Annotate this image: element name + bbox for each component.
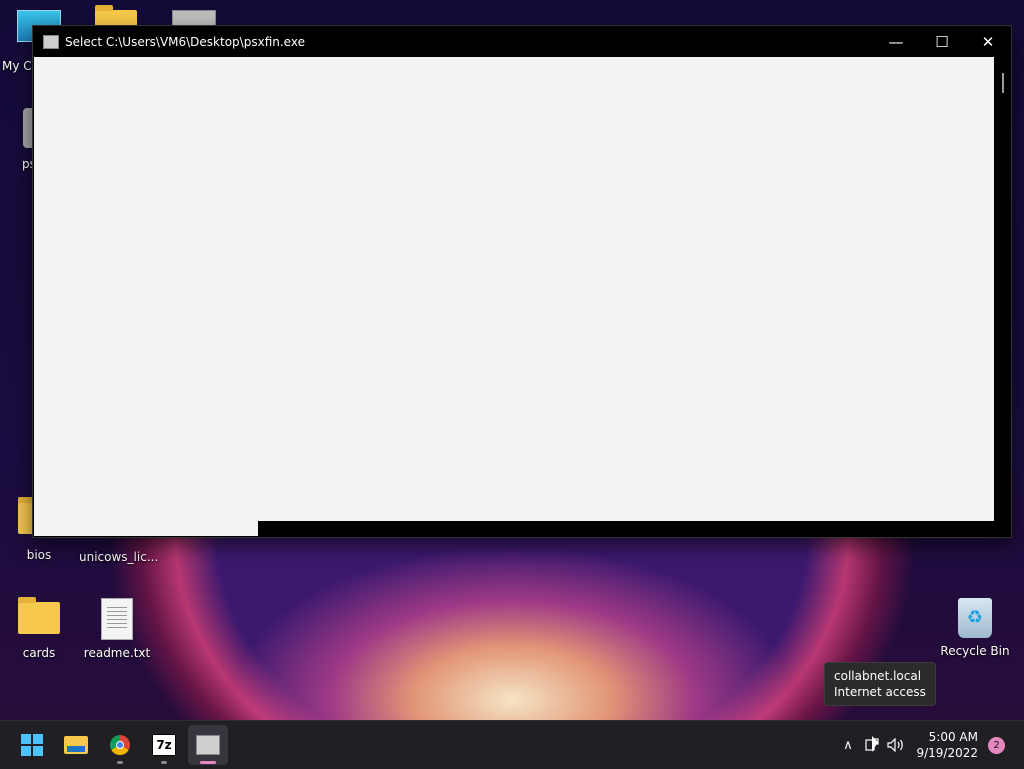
taskbar-clock[interactable]: 5:00 AM 9/19/2022 (916, 729, 978, 761)
minimize-button[interactable]: — (873, 26, 919, 57)
active-indicator (200, 761, 216, 764)
start-button[interactable] (12, 725, 52, 765)
psx-app-icon (196, 735, 220, 755)
text-file-icon (101, 598, 133, 640)
console-window[interactable]: Select C:\Users\VM6\Desktop\psxfin.exe —… (33, 26, 1011, 537)
taskbar-chrome[interactable] (100, 725, 140, 765)
running-indicator (117, 761, 123, 764)
windows-start-icon (21, 734, 43, 756)
taskbar: 7z ∧ 5:00 AM 9/19/2022 2 (0, 720, 1024, 769)
desktop-icon-label: bios (26, 548, 52, 562)
chrome-icon (110, 735, 130, 755)
taskbar-psxfin[interactable] (188, 725, 228, 765)
window-content-overflow (34, 521, 258, 536)
7zip-icon: 7z (152, 734, 176, 756)
maximize-button[interactable]: ☐ (919, 26, 965, 57)
desktop-icon-cards[interactable]: cards (1, 597, 77, 660)
desktop-icon-readme[interactable]: readme.txt (79, 598, 155, 660)
volume-icon[interactable] (884, 731, 908, 759)
taskbar-file-explorer[interactable] (56, 725, 96, 765)
running-indicator (161, 761, 167, 764)
clock-date: 9/19/2022 (916, 746, 978, 760)
desktop-icon-label: cards (22, 646, 56, 660)
chevron-up-icon[interactable]: ∧ (836, 731, 860, 759)
tooltip-network-name: collabnet.local (834, 669, 922, 683)
recycle-bin-icon (958, 598, 992, 638)
scrollbar-thumb[interactable] (1002, 73, 1004, 93)
desktop-icon-recycle-bin[interactable]: Recycle Bin (937, 598, 1013, 658)
folder-icon (18, 597, 60, 634)
vertical-scrollbar[interactable] (995, 57, 1011, 521)
folder-icon (64, 736, 88, 754)
window-title: Select C:\Users\VM6\Desktop\psxfin.exe (65, 34, 305, 49)
taskbar-7zip[interactable]: 7z (144, 725, 184, 765)
notification-badge[interactable]: 2 (988, 737, 1005, 754)
window-titlebar[interactable]: Select C:\Users\VM6\Desktop\psxfin.exe —… (33, 26, 1011, 57)
tooltip-network-status: Internet access (834, 685, 926, 699)
mouse-cursor-icon (872, 736, 878, 752)
clock-time: 5:00 AM (928, 730, 978, 744)
desktop-icon-label: unicows_lic... (79, 550, 159, 564)
network-tooltip: collabnet.local Internet access (824, 662, 936, 706)
desktop-icon-label: Recycle Bin (940, 644, 1010, 658)
psx-app-icon (43, 34, 59, 49)
desktop-icon-label: readme.txt (83, 646, 151, 660)
window-content-area[interactable] (34, 57, 994, 521)
close-button[interactable]: ✕ (965, 26, 1011, 57)
window-controls: — ☐ ✕ (873, 26, 1011, 57)
